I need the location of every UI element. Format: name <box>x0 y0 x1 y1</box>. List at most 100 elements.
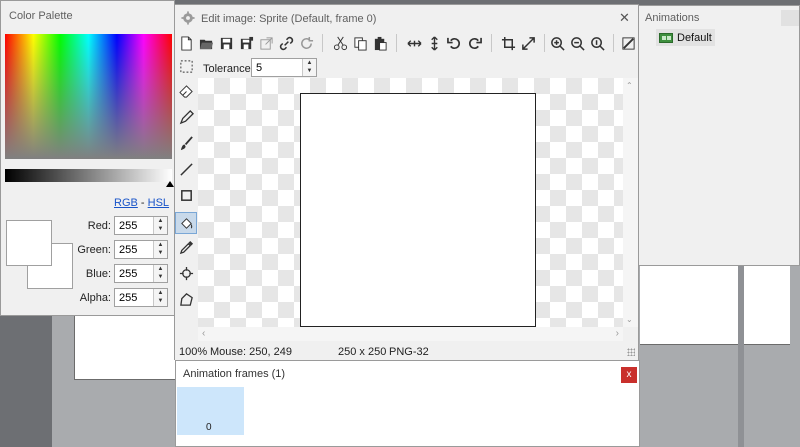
toolbar-separator <box>613 34 614 52</box>
animations-title: Animations <box>645 12 700 24</box>
hsl-link[interactable]: HSL <box>148 197 169 209</box>
gear-icon <box>181 11 195 25</box>
vertical-scrollbar[interactable]: ⌃ ⌄ <box>623 78 638 327</box>
export-icon[interactable] <box>257 34 275 52</box>
status-zoom: 100% <box>179 346 208 358</box>
red-stepper[interactable]: 255 ▲ ▼ <box>114 216 168 235</box>
tolerance-value: 5 <box>256 62 263 74</box>
green-value: 255 <box>119 244 138 256</box>
alpha-stepper[interactable]: 255 ▲ ▼ <box>114 288 168 307</box>
image-properties-icon[interactable] <box>619 34 637 52</box>
blue-value: 255 <box>119 268 138 280</box>
red-label: Red: <box>87 220 111 232</box>
green-label: Green: <box>77 244 111 256</box>
status-mouse: Mouse: 250, 249 <box>210 346 292 358</box>
crosshair-icon[interactable] <box>177 264 195 282</box>
fill-bucket-icon[interactable] <box>175 212 197 234</box>
image-canvas[interactable] <box>300 93 536 327</box>
animation-frames-title: Animation frames (1) <box>183 368 286 380</box>
lightness-slider-marker[interactable] <box>166 181 174 187</box>
open-folder-icon[interactable] <box>197 34 215 52</box>
mode-separator: - <box>140 197 145 209</box>
frame-label: 0 <box>206 422 212 433</box>
animation-item-default[interactable]: Default <box>656 29 715 46</box>
up-arrow-icon[interactable]: ▲ <box>303 59 316 67</box>
zoom-in-icon[interactable] <box>548 34 566 52</box>
color-mode-links: RGB - HSL <box>114 197 169 209</box>
animation-frames-panel: Animation frames (1) x 0 <box>175 360 640 447</box>
down-arrow-icon[interactable]: ▼ <box>303 67 316 75</box>
new-file-icon[interactable] <box>177 34 195 52</box>
alpha-value: 255 <box>119 292 138 304</box>
tolerance-label: Tolerance <box>203 63 251 75</box>
paste-icon[interactable] <box>371 34 389 52</box>
scroll-up-icon[interactable]: ⌃ <box>626 81 633 90</box>
scroll-left-icon[interactable]: ‹ <box>202 328 205 339</box>
blue-label: Blue: <box>85 268 111 280</box>
save-as-icon[interactable] <box>237 34 255 52</box>
brush-icon[interactable] <box>177 134 195 152</box>
status-bar: 100% Mouse: 250, 249 250 x 250 PNG-32 <box>175 343 638 360</box>
refresh-icon[interactable] <box>297 34 315 52</box>
resize-icon[interactable] <box>519 34 537 52</box>
film-strip-icon <box>659 33 673 43</box>
alpha-label: Alpha: <box>79 292 111 304</box>
toolbar-separator <box>322 34 323 52</box>
pencil-icon[interactable] <box>177 108 195 126</box>
down-arrow-icon[interactable]: ▼ <box>154 249 167 257</box>
lightness-slider[interactable] <box>5 169 172 182</box>
animations-close-button[interactable] <box>781 10 799 26</box>
editor-close-button[interactable]: ✕ <box>619 10 630 26</box>
save-icon[interactable] <box>217 34 235 52</box>
down-arrow-icon[interactable]: ▼ <box>154 297 167 305</box>
animation-item-label: Default <box>677 32 712 44</box>
rectangle-select-icon[interactable] <box>177 57 195 75</box>
background-document-right <box>640 265 790 345</box>
polygon-tool-icon[interactable] <box>177 290 195 308</box>
animation-frames-close-button[interactable]: x <box>621 367 637 383</box>
eyedropper-icon[interactable] <box>177 238 195 256</box>
toolbar-separator <box>396 34 397 52</box>
up-arrow-icon[interactable]: ▲ <box>154 217 167 225</box>
tolerance-stepper[interactable]: 5 ▲ ▼ <box>251 58 317 77</box>
animations-panel: Animations Default <box>638 5 800 266</box>
scroll-down-icon[interactable]: ⌄ <box>626 315 633 324</box>
rgb-link[interactable]: RGB <box>114 197 138 209</box>
eraser-icon[interactable] <box>177 82 195 100</box>
move-vertical-icon[interactable] <box>425 34 443 52</box>
horizontal-scrollbar[interactable]: ‹ › <box>198 327 623 341</box>
status-size: 250 x 250 <box>338 346 387 358</box>
up-arrow-icon[interactable]: ▲ <box>154 241 167 249</box>
up-arrow-icon[interactable]: ▲ <box>154 289 167 297</box>
cut-icon[interactable] <box>331 34 349 52</box>
line-tool-icon[interactable] <box>177 160 195 178</box>
red-value: 255 <box>119 220 138 232</box>
copy-icon[interactable] <box>351 34 369 52</box>
frame-thumbnail[interactable]: 0 <box>177 387 244 435</box>
toolbar-separator <box>544 34 545 52</box>
rotate-left-icon[interactable] <box>445 34 463 52</box>
status-format: PNG-32 <box>389 346 429 358</box>
toolbar-separator <box>491 34 492 52</box>
move-horizontal-icon[interactable] <box>405 34 423 52</box>
color-palette-title: Color Palette <box>9 10 73 22</box>
image-editor-window: Edit image: Sprite (Default, frame 0) ✕ … <box>174 4 639 360</box>
background-scrollbar[interactable] <box>738 265 744 447</box>
zoom-reset-icon[interactable] <box>588 34 606 52</box>
rotate-right-icon[interactable] <box>465 34 483 52</box>
green-stepper[interactable]: 255 ▲ ▼ <box>114 240 168 259</box>
scroll-right-icon[interactable]: › <box>616 328 619 339</box>
rectangle-tool-icon[interactable] <box>177 186 195 204</box>
primary-color-swatch[interactable] <box>6 220 52 266</box>
link-icon[interactable] <box>277 34 295 52</box>
hue-saturation-picker[interactable] <box>5 34 172 159</box>
blue-stepper[interactable]: 255 ▲ ▼ <box>114 264 168 283</box>
crop-icon[interactable] <box>499 34 517 52</box>
editor-title: Edit image: Sprite (Default, frame 0) <box>201 13 377 25</box>
color-palette-window: Color Palette RGB - HSL Red: 255 ▲ ▼ Gree… <box>0 0 175 316</box>
down-arrow-icon[interactable]: ▼ <box>154 225 167 233</box>
up-arrow-icon[interactable]: ▲ <box>154 265 167 273</box>
resize-grip-icon[interactable] <box>627 348 635 356</box>
down-arrow-icon[interactable]: ▼ <box>154 273 167 281</box>
zoom-out-icon[interactable] <box>568 34 586 52</box>
